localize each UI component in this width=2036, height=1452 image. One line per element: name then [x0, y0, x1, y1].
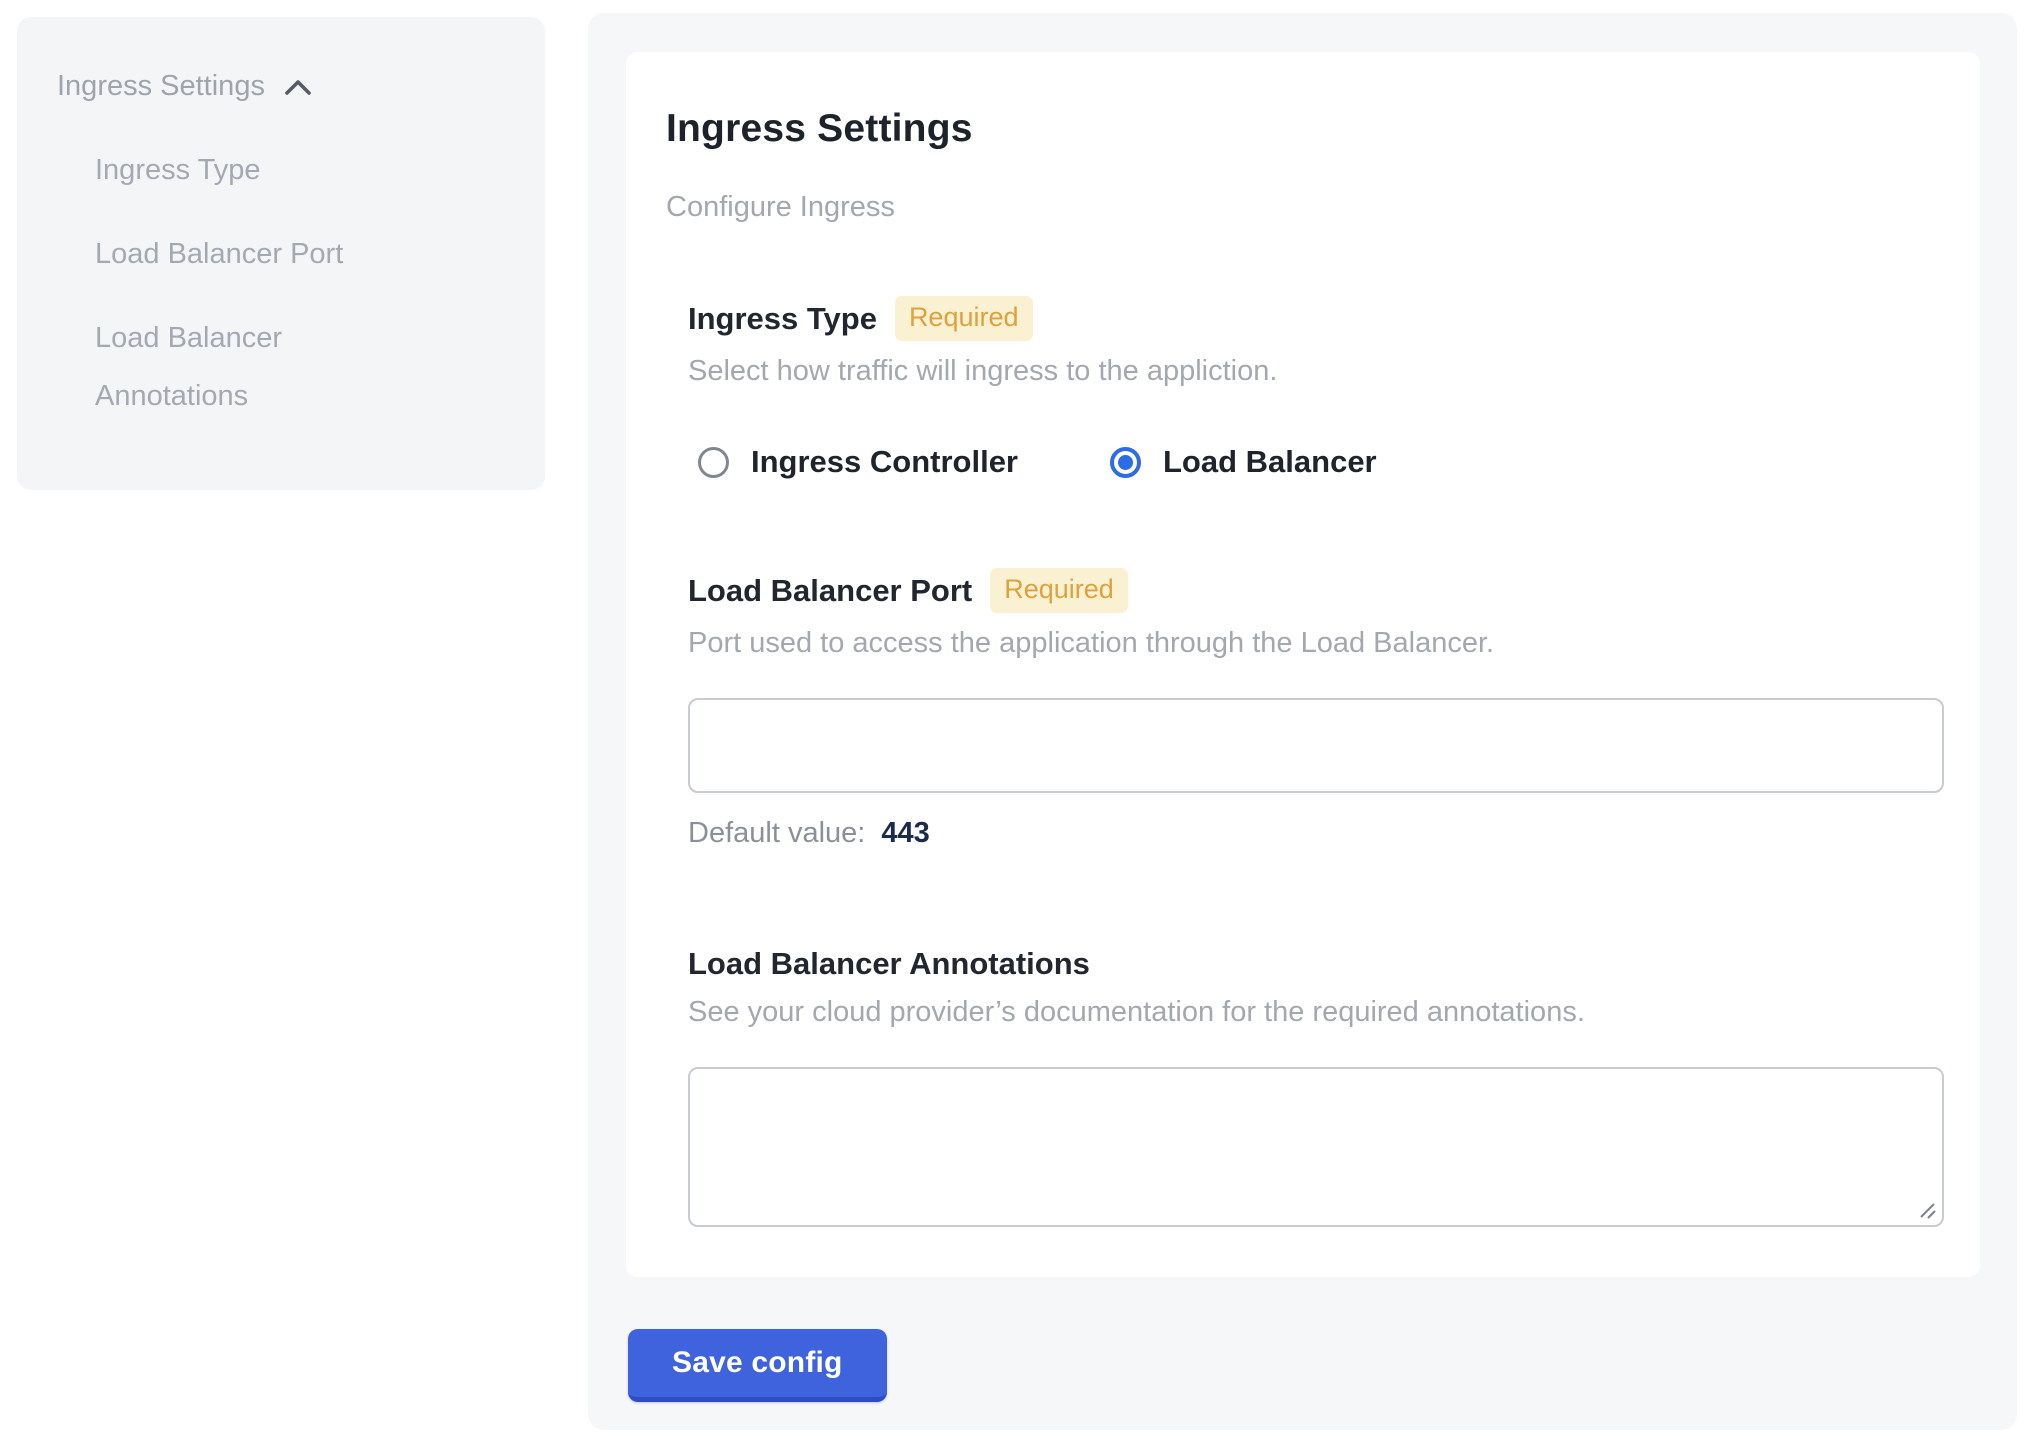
- sidebar-group-ingress-settings[interactable]: Ingress Settings: [57, 57, 515, 115]
- default-value-label: Default value:: [688, 817, 865, 849]
- save-config-button[interactable]: Save config: [628, 1329, 887, 1402]
- sidebar-item-ingress-type[interactable]: Ingress Type: [95, 141, 435, 199]
- section-ingress-type: Ingress Type Required Select how traffic…: [688, 296, 1944, 480]
- default-value-row: Default value: 443: [688, 817, 1944, 850]
- required-badge: Required: [990, 568, 1128, 613]
- sidebar-group-label: Ingress Settings: [57, 57, 265, 115]
- page: Ingress Settings Ingress Type Load Balan…: [0, 0, 2036, 1452]
- sidebar-item-load-balancer-port[interactable]: Load Balancer Port: [95, 225, 435, 283]
- radio-icon[interactable]: [1110, 447, 1141, 478]
- settings-sidebar: Ingress Settings Ingress Type Load Balan…: [17, 17, 545, 490]
- ingress-type-label: Ingress Type: [688, 301, 877, 337]
- default-value-number: 443: [881, 817, 929, 849]
- main-panel: Ingress Settings Configure Ingress Ingre…: [588, 13, 2017, 1430]
- ingress-type-description: Select how traffic will ingress to the a…: [688, 355, 1944, 388]
- radio-label[interactable]: Ingress Controller: [751, 444, 1018, 480]
- load-balancer-annotations-description: See your cloud provider’s documentation …: [688, 996, 1944, 1029]
- radio-option-load-balancer[interactable]: Load Balancer: [1110, 444, 1377, 480]
- required-badge: Required: [895, 296, 1033, 341]
- load-balancer-port-label: Load Balancer Port: [688, 573, 972, 609]
- load-balancer-port-input[interactable]: [688, 698, 1944, 793]
- ingress-type-radio-group: Ingress Controller Load Balancer: [698, 444, 1944, 480]
- load-balancer-port-description: Port used to access the application thro…: [688, 627, 1944, 660]
- sidebar-item-list: Ingress Type Load Balancer Port Load Bal…: [95, 141, 435, 425]
- radio-label[interactable]: Load Balancer: [1163, 444, 1377, 480]
- radio-option-ingress-controller[interactable]: Ingress Controller: [698, 444, 1018, 480]
- load-balancer-annotations-textarea[interactable]: [688, 1067, 1944, 1227]
- section-load-balancer-annotations: Load Balancer Annotations See your cloud…: [688, 946, 1944, 1227]
- sidebar-item-load-balancer-annotations[interactable]: Load Balancer Annotations: [95, 309, 435, 425]
- page-title: Ingress Settings: [666, 107, 1944, 151]
- page-subtitle: Configure Ingress: [666, 191, 1944, 224]
- ingress-settings-card: Ingress Settings Configure Ingress Ingre…: [626, 52, 1980, 1277]
- radio-icon[interactable]: [698, 447, 729, 478]
- chevron-up-icon[interactable]: [281, 74, 315, 102]
- section-load-balancer-port: Load Balancer Port Required Port used to…: [688, 568, 1944, 850]
- load-balancer-annotations-label: Load Balancer Annotations: [688, 946, 1090, 982]
- resize-handle-icon[interactable]: [1917, 1200, 1937, 1220]
